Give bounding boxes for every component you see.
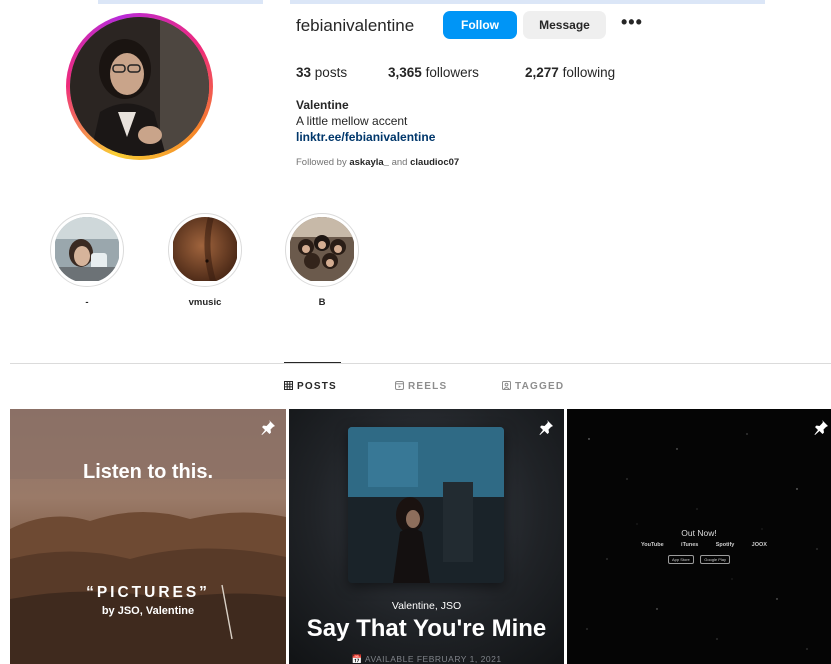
highlight-cover xyxy=(289,217,355,283)
post-tile[interactable]: Listen to this. “PICTURES” by JSO, Valen… xyxy=(10,409,286,664)
profile-username: febianivalentine xyxy=(296,16,415,35)
highlight-item[interactable]: - xyxy=(49,213,125,308)
reels-icon xyxy=(395,381,404,393)
tabs-divider xyxy=(10,363,831,364)
post-headline: Listen to this. xyxy=(83,461,213,483)
follow-button[interactable]: Follow xyxy=(443,11,517,39)
top-strip-right xyxy=(290,0,765,4)
youtube-logo: YouTube xyxy=(641,542,664,548)
joox-logo: JOOX xyxy=(751,542,767,548)
highlight-label: B xyxy=(318,297,326,308)
pin-icon xyxy=(538,419,554,440)
top-strip-left xyxy=(98,0,263,4)
highlight-cover xyxy=(172,217,238,283)
highlight-item[interactable]: vmusic xyxy=(167,213,243,308)
profile-bio: A little mellow accent xyxy=(296,114,408,128)
active-tab-indicator xyxy=(284,362,341,363)
highlight-cover xyxy=(54,217,120,283)
app-store-badge: App Store xyxy=(667,555,694,564)
highlight-label: vmusic xyxy=(188,297,222,308)
following-count[interactable]: 2,277 following xyxy=(525,65,615,80)
tab-reels[interactable]: REELS xyxy=(395,381,447,393)
post-song-title: Say That You're Mine xyxy=(306,615,547,642)
google-play-badge: Google Play xyxy=(700,555,731,564)
post-byline: by JSO, Valentine xyxy=(101,605,195,617)
grid-icon xyxy=(284,381,293,393)
post-tile[interactable]: Out Now! YouTube iTunes Spotify JOOX App… xyxy=(567,409,831,664)
profile-link[interactable]: linktr.ee/febianivalentine xyxy=(296,130,435,144)
posts-count: 33 posts xyxy=(296,65,348,80)
pin-icon xyxy=(813,419,829,440)
highlight-label: - xyxy=(85,297,89,308)
store-badges: App Store Google Play xyxy=(567,555,831,573)
post-song-title: “PICTURES” xyxy=(86,584,210,601)
profile-full-name: Valentine xyxy=(296,98,349,112)
highlight-item[interactable]: B xyxy=(284,213,360,308)
post-tile[interactable]: Valentine, JSO Say That You're Mine 📅 AV… xyxy=(289,409,564,664)
tagged-icon xyxy=(502,381,511,393)
out-now-label: Out Now! xyxy=(681,528,717,538)
message-button[interactable]: Message xyxy=(523,11,606,39)
spotify-logo: Spotify xyxy=(715,542,735,548)
more-options-icon[interactable]: ••• xyxy=(621,12,643,33)
tab-posts[interactable]: POSTS xyxy=(284,381,337,393)
tab-tagged[interactable]: TAGGED xyxy=(502,381,564,393)
avatar-photo xyxy=(70,17,209,156)
platform-logos: YouTube iTunes Spotify JOOX xyxy=(641,542,767,548)
post-release-date: 📅 AVAILABLE FEBRUARY 1, 2021 xyxy=(351,654,502,664)
post-artists: Valentine, JSO xyxy=(391,600,462,612)
itunes-logo: iTunes xyxy=(681,542,699,548)
profile-avatar[interactable] xyxy=(66,13,213,160)
pin-icon xyxy=(260,419,276,440)
followers-count[interactable]: 3,365 followers xyxy=(388,65,479,80)
post-background xyxy=(10,409,286,664)
followed-by[interactable]: Followed by askayla_ and claudioc07 xyxy=(296,157,459,168)
album-cover xyxy=(348,427,504,583)
